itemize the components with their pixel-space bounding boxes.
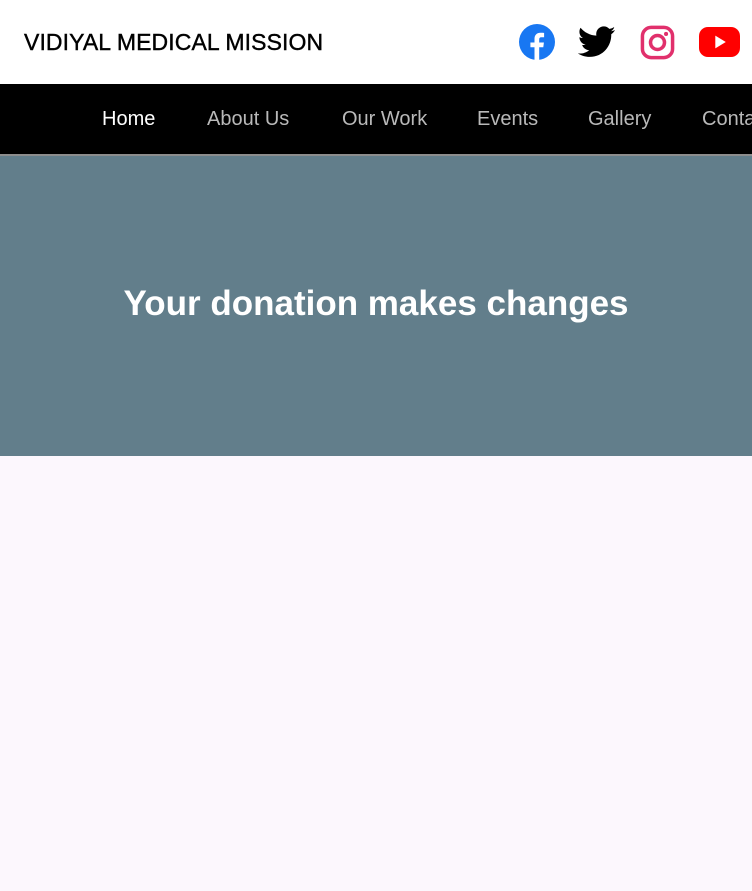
- instagram-link[interactable]: [639, 23, 676, 61]
- facebook-link[interactable]: [518, 23, 556, 61]
- facebook-icon: [518, 23, 556, 61]
- twitter-icon: [578, 26, 616, 58]
- nav-item-contact[interactable]: Conta: [702, 108, 752, 131]
- youtube-link[interactable]: [699, 23, 740, 61]
- site-brand[interactable]: VIDIYAL MEDICAL MISSION: [24, 29, 324, 56]
- page-content: [0, 456, 752, 891]
- nav-item-our-work[interactable]: Our Work: [342, 108, 427, 131]
- nav-item-gallery[interactable]: Gallery: [588, 108, 651, 131]
- youtube-icon: [699, 27, 740, 57]
- hero-banner: Your donation makes changes: [0, 156, 752, 456]
- instagram-icon: [640, 25, 675, 60]
- site-header: VIDIYAL MEDICAL MISSION: [0, 0, 752, 84]
- nav-item-home[interactable]: Home: [102, 108, 155, 131]
- nav-item-about-us[interactable]: About Us: [207, 108, 289, 131]
- twitter-link[interactable]: [578, 23, 616, 61]
- nav-item-events[interactable]: Events: [477, 108, 538, 131]
- hero-title: Your donation makes changes: [123, 284, 629, 323]
- main-nav: Home About Us Our Work Events Gallery Co…: [0, 84, 752, 156]
